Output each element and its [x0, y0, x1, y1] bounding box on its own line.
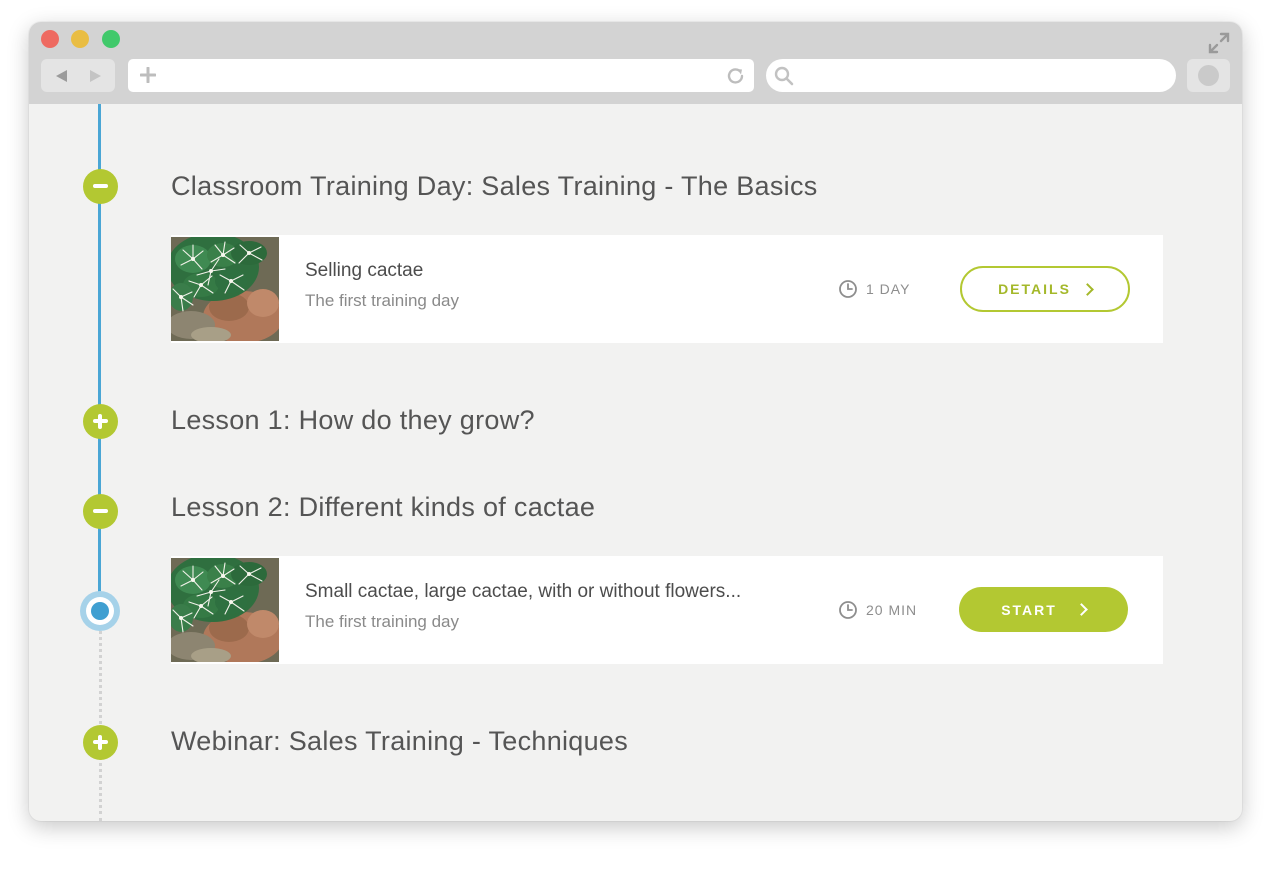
browser-window: Classroom Training Day: Sales Training -… [29, 22, 1242, 821]
expand-icon[interactable] [1208, 32, 1230, 54]
window-maximize-button[interactable] [102, 30, 120, 48]
search-icon [774, 66, 794, 86]
start-button[interactable]: START [959, 587, 1128, 632]
item-subtitle: The first training day [305, 612, 460, 631]
timeline-line-upcoming [99, 624, 102, 821]
details-button[interactable]: DETAILS [960, 266, 1130, 312]
profile-button[interactable] [1187, 59, 1230, 92]
section-toggle-minus-icon[interactable] [82, 168, 118, 204]
duration-label: 20 MIN [866, 602, 918, 618]
section-toggle-minus-icon[interactable] [82, 493, 118, 529]
details-button-label: DETAILS [998, 281, 1071, 297]
window-close-button[interactable] [41, 30, 59, 48]
clock-icon [839, 280, 857, 298]
navigation-buttons [41, 59, 115, 92]
training-item-card: Selling cactae The first training day 1 … [171, 235, 1163, 343]
section-title[interactable]: Webinar: Sales Training - Techniques [171, 725, 628, 757]
training-timeline: Classroom Training Day: Sales Training -… [29, 104, 1242, 821]
chevron-right-icon [1081, 282, 1094, 296]
section-title[interactable]: Lesson 1: How do they grow? [171, 404, 535, 436]
plus-icon[interactable] [140, 67, 156, 83]
browser-toolbar [29, 22, 1242, 104]
section-toggle-plus-icon[interactable] [82, 724, 118, 760]
forward-arrow-icon[interactable] [90, 70, 101, 82]
start-button-label: START [1001, 601, 1057, 618]
item-title: Selling cactae [305, 260, 424, 281]
item-title: Small cactae, large cactae, with or with… [305, 581, 742, 602]
section-toggle-plus-icon[interactable] [82, 403, 118, 439]
section-title[interactable]: Classroom Training Day: Sales Training -… [171, 170, 818, 202]
duration-label: 1 DAY [866, 281, 911, 297]
item-subtitle: The first training day [305, 291, 460, 310]
address-bar[interactable] [128, 59, 754, 92]
avatar [1198, 65, 1219, 86]
cactus-thumbnail [171, 237, 279, 341]
clock-icon [839, 601, 857, 619]
back-arrow-icon[interactable] [56, 70, 67, 82]
section-title[interactable]: Lesson 2: Different kinds of cactae [171, 491, 595, 523]
chevron-right-icon [1074, 603, 1088, 616]
cactus-thumbnail [171, 558, 279, 662]
training-item-card: Small cactae, large cactae, with or with… [171, 556, 1163, 664]
current-progress-marker [80, 591, 120, 631]
window-minimize-button[interactable] [71, 30, 89, 48]
browser-search-bar[interactable] [766, 59, 1176, 92]
reload-icon[interactable] [726, 66, 746, 86]
